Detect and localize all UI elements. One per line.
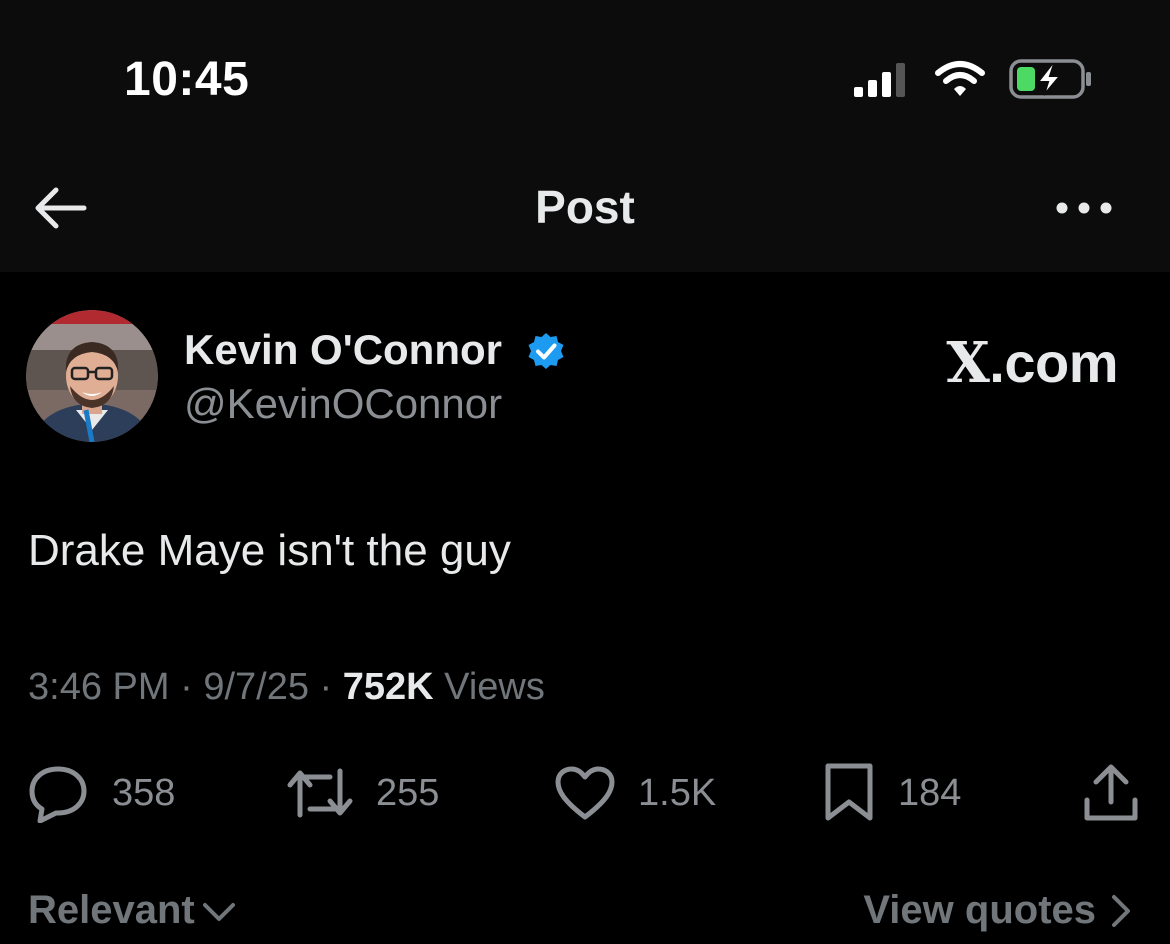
action-bar: 358 255 1.5K 184: [0, 758, 1170, 828]
top-bar: 10:45 Post: [0, 0, 1170, 272]
share-icon: [1084, 764, 1138, 821]
author-name[interactable]: Kevin O'Connor: [184, 326, 502, 374]
view-quotes-link[interactable]: View quotes: [863, 888, 1132, 933]
reply-button[interactable]: 358: [26, 758, 175, 828]
more-horizontal-icon[interactable]: [1054, 196, 1114, 220]
post-time: 3:46 PM: [28, 666, 170, 708]
post-text: Drake Maye isn't the guy: [28, 526, 511, 575]
verified-badge-icon: [528, 333, 564, 369]
status-icons: [850, 54, 1094, 104]
sort-dropdown[interactable]: Relevant: [28, 888, 237, 933]
post-meta: 3:46 PM · 9/7/25 · 752K Views: [28, 666, 545, 709]
repost-icon: [287, 768, 353, 818]
watermark-domain: .com: [989, 331, 1118, 394]
sort-label: Relevant: [28, 888, 195, 932]
reply-icon: [29, 766, 87, 823]
x-logo-letter: X: [946, 330, 990, 396]
like-button[interactable]: 1.5K: [554, 758, 716, 828]
status-time: 10:45: [124, 53, 250, 106]
reply-count: 358: [112, 771, 176, 814]
like-count: 1.5K: [638, 771, 717, 814]
view-quotes-label: View quotes: [863, 888, 1096, 932]
views-label: Views: [444, 666, 545, 708]
bookmark-button[interactable]: 184: [822, 758, 961, 828]
chevron-down-icon: [202, 902, 235, 921]
chevron-right-icon: [1112, 894, 1130, 927]
wifi-icon: [935, 61, 985, 96]
bookmark-icon: [825, 763, 873, 821]
author-handle[interactable]: @KevinOConnor: [184, 380, 502, 428]
bookmark-count: 184: [898, 771, 962, 814]
repost-count: 255: [376, 771, 440, 814]
page-title: Post: [535, 181, 635, 233]
views-count: 752K: [342, 666, 434, 708]
share-button[interactable]: [1082, 758, 1140, 828]
heart-icon: [555, 766, 615, 820]
x-com-watermark: X.com: [946, 330, 1118, 396]
battery-charging-icon: [1009, 59, 1091, 99]
cellular-signal-icon: [854, 63, 905, 97]
meta-separator: ·: [180, 666, 193, 708]
avatar[interactable]: [26, 310, 158, 442]
repost-button[interactable]: 255: [286, 758, 439, 828]
post-date: 9/7/25: [203, 666, 309, 708]
meta-separator: ·: [319, 666, 333, 708]
